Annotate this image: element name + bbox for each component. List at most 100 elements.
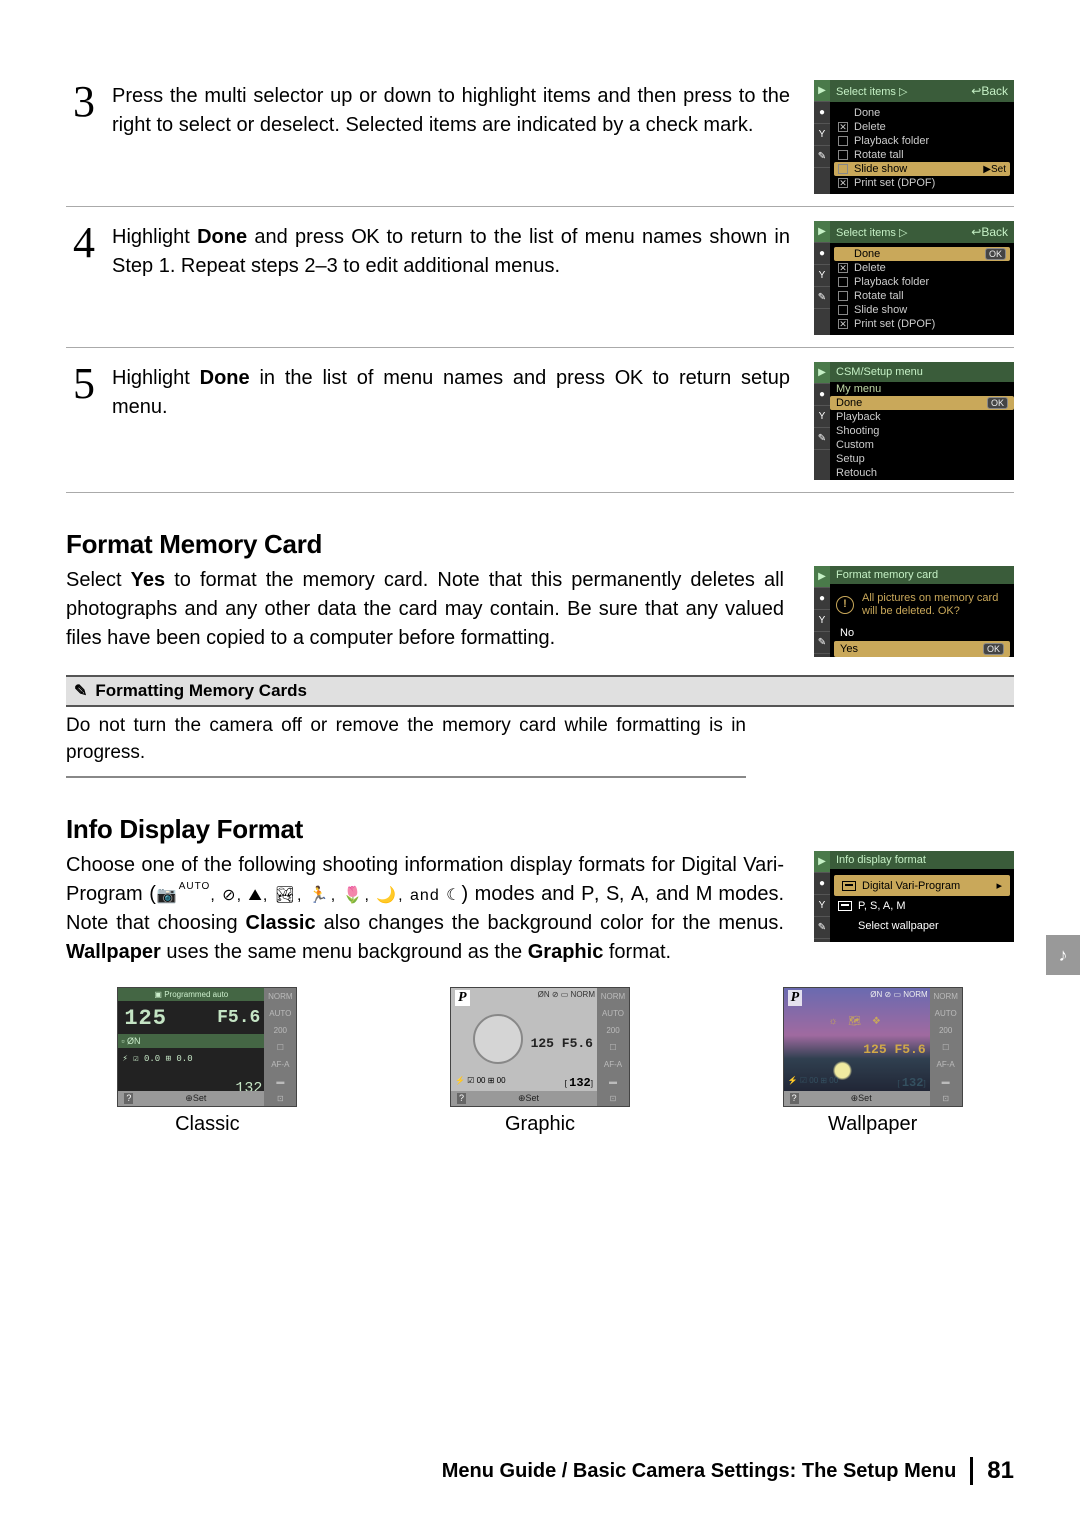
top-status-icons: ØN ⊘ ▭ NORM (870, 990, 927, 999)
checkbox-icon (838, 263, 848, 273)
tab-icon: ● (814, 588, 830, 610)
step-text: Highlight Done in the list of menu names… (112, 362, 814, 422)
tab-icon: ● (814, 102, 830, 124)
lcd-bottom-row: ⚡ ☑ 00 ⊞ 00 [ 132] (455, 1076, 593, 1090)
mode-label: Graphic (399, 1113, 682, 1136)
format-card-row: Select Yes to format the memory card. No… (66, 566, 1014, 657)
screen-panel: CSM/Setup menu My menu DoneOK Playback S… (830, 362, 1014, 480)
item-retouch: Retouch (830, 466, 1014, 480)
lcd-topbar: ▣ Programmed auto (118, 988, 264, 1001)
option-yes-selected: Yes OK (834, 641, 1010, 657)
step-5: 5 Highlight Done in the list of menu nam… (66, 362, 1014, 493)
screen-title: Info display format (830, 851, 1014, 869)
lcd-midbar: ▫ ØN 132 (118, 1034, 264, 1048)
step-text: Press the multi selector up or down to h… (112, 80, 814, 140)
screen-title: Select items ▷ (836, 85, 907, 98)
screen-title: Format memory card (830, 566, 1014, 584)
screen-side-tabs: ▶ ● Y ✎ (814, 80, 830, 194)
checkbox-icon (838, 319, 848, 329)
panel-icon (842, 881, 856, 891)
mode-icons: 📷AUTO, ⊘, ⛰, 🏞, 🏃, 🌷, 🌙, and ☾ (156, 887, 462, 904)
screen-header: CSM/Setup menu (830, 362, 1014, 382)
scene-icons: ☼ 🗺 ❖ (784, 1016, 930, 1027)
tab-icon: ✎ (814, 428, 830, 450)
item-delete: Delete (834, 261, 1010, 275)
option-digital-vari-program: Digital Vari-Program ▸ (834, 875, 1010, 896)
note-title: Formatting Memory Cards (95, 681, 307, 701)
tab-playback-icon: ▶ (814, 221, 830, 243)
item-delete: Delete (834, 120, 1010, 134)
tab-playback-icon: ▶ (814, 566, 830, 588)
back-label: ↩Back (971, 84, 1008, 98)
lcd-classic: ▣ Programmed auto 125 F5.6 ▫ ØN 132 ⚡ ☑ … (117, 987, 297, 1107)
heading-info-display-format: Info Display Format (66, 814, 1014, 845)
camera-screen-step4: ▶ ● Y ✎ Select items ▷ ↩Back Done OK Del… (814, 221, 1014, 335)
lcd-foot: ? ⊕Set (784, 1091, 930, 1106)
warning-message: ! All pictures on memory card will be de… (830, 584, 1014, 625)
note-body: Do not turn the camera off or remove the… (66, 713, 746, 778)
screen-panel: Select items ▷ ↩Back Done OK Delete Play… (830, 221, 1014, 335)
shutter-value: 125 (124, 1006, 167, 1031)
item-slideshow: Slide show (834, 303, 1010, 317)
item-setup: Setup (830, 452, 1014, 466)
page-footer: Menu Guide / Basic Camera Settings: The … (442, 1457, 1014, 1485)
step-number: 5 (66, 362, 102, 406)
screen-side-tabs: ▶ ● Y ✎ (814, 221, 830, 335)
screen-side-tabs: ▶ ● Y ✎ (814, 566, 830, 657)
tab-icon: Y (814, 610, 830, 632)
tab-icon: Y (814, 895, 830, 917)
lcd-bottom-row: ⚡ ☑ 0.0 ⊞ 0.0 (122, 1054, 260, 1064)
option-select-wallpaper: Select wallpaper (830, 916, 1014, 936)
heading-format-memory-card: Format Memory Card (66, 529, 1014, 560)
format-card-body: Select Yes to format the memory card. No… (66, 566, 784, 653)
screen-title: Select items ▷ (836, 226, 907, 239)
tab-playback-icon: ▶ (814, 362, 830, 384)
mode-p-badge: P (455, 990, 470, 1006)
screen-list: Digital Vari-Program ▸ P, S, A, M Select… (830, 869, 1014, 942)
page-number: 81 (987, 1457, 1014, 1485)
checkbox-icon (838, 136, 848, 146)
step-text: Highlight Done and press OK to return to… (112, 221, 814, 281)
tab-icon: ✎ (814, 917, 830, 939)
item-print-set: Print set (DPOF) (834, 176, 1010, 190)
exposure-values: 125 F5.6 (863, 1042, 925, 1057)
tab-icon: ● (814, 873, 830, 895)
screen-list: Done Delete Playback folder Rotate tall … (830, 102, 1014, 194)
option-no: No (830, 625, 1014, 641)
top-status-icons: ØN ⊘ ▭ NORM (538, 990, 595, 999)
screen-side-tabs: ▶ ● Y ✎ (814, 362, 830, 480)
mode-wallpaper: P ØN ⊘ ▭ NORM ☼ 🗺 ❖ 125 F5.6 ⚡ ☑ 00 ⊞ 00… (731, 987, 1014, 1136)
footer-divider (970, 1457, 973, 1485)
pencil-icon: ✎ (74, 681, 87, 701)
screen-header: Select items ▷ ↩Back (830, 80, 1014, 102)
exposure-values: 125 F5.6 (531, 1036, 593, 1051)
tab-icon: Y (814, 406, 830, 428)
display-format-examples: ▣ Programmed auto 125 F5.6 ▫ ØN 132 ⚡ ☑ … (66, 987, 1014, 1136)
lcd-foot: ? ⊕Set (451, 1091, 597, 1106)
mode-label: Wallpaper (731, 1113, 1014, 1136)
aperture-value: F5.6 (217, 1008, 260, 1028)
tab-icon: ✎ (814, 287, 830, 309)
footer-text: Menu Guide / Basic Camera Settings: The … (442, 1460, 957, 1483)
help-icon: ? (124, 1093, 133, 1104)
item-print-set: Print set (DPOF) (834, 317, 1010, 331)
step-3: 3 Press the multi selector up or down to… (66, 80, 1014, 207)
camera-screen-step5: ▶ ● Y ✎ CSM/Setup menu My menu DoneOK Pl… (814, 362, 1014, 480)
ok-badge: OK (987, 397, 1008, 409)
checkbox-icon (838, 178, 848, 188)
screen-panel: Format memory card ! All pictures on mem… (830, 566, 1014, 657)
checkbox-icon (838, 277, 848, 287)
side-ribbon-tab: ♪ (1046, 935, 1080, 975)
item-playback: Playback (830, 410, 1014, 424)
lcd-graphic: P ØN ⊘ ▭ NORM 125 F5.6 ⚡ ☑ 00 ⊞ 00 [ 132… (450, 987, 630, 1107)
screen-title: CSM/Setup menu (836, 366, 923, 378)
item-custom: Custom (830, 438, 1014, 452)
checkbox-icon (838, 164, 848, 174)
item-done-selected: DoneOK (830, 396, 1014, 410)
item-shooting: Shooting (830, 424, 1014, 438)
tab-icon: ● (814, 243, 830, 265)
screen-list: Done OK Delete Playback folder Rotate ta… (830, 243, 1014, 335)
mode-classic: ▣ Programmed auto 125 F5.6 ▫ ØN 132 ⚡ ☑ … (66, 987, 349, 1136)
camera-screen-format: ▶ ● Y ✎ Format memory card ! All picture… (814, 566, 1014, 657)
info-display-row: Choose one of the following shooting inf… (66, 851, 1014, 967)
